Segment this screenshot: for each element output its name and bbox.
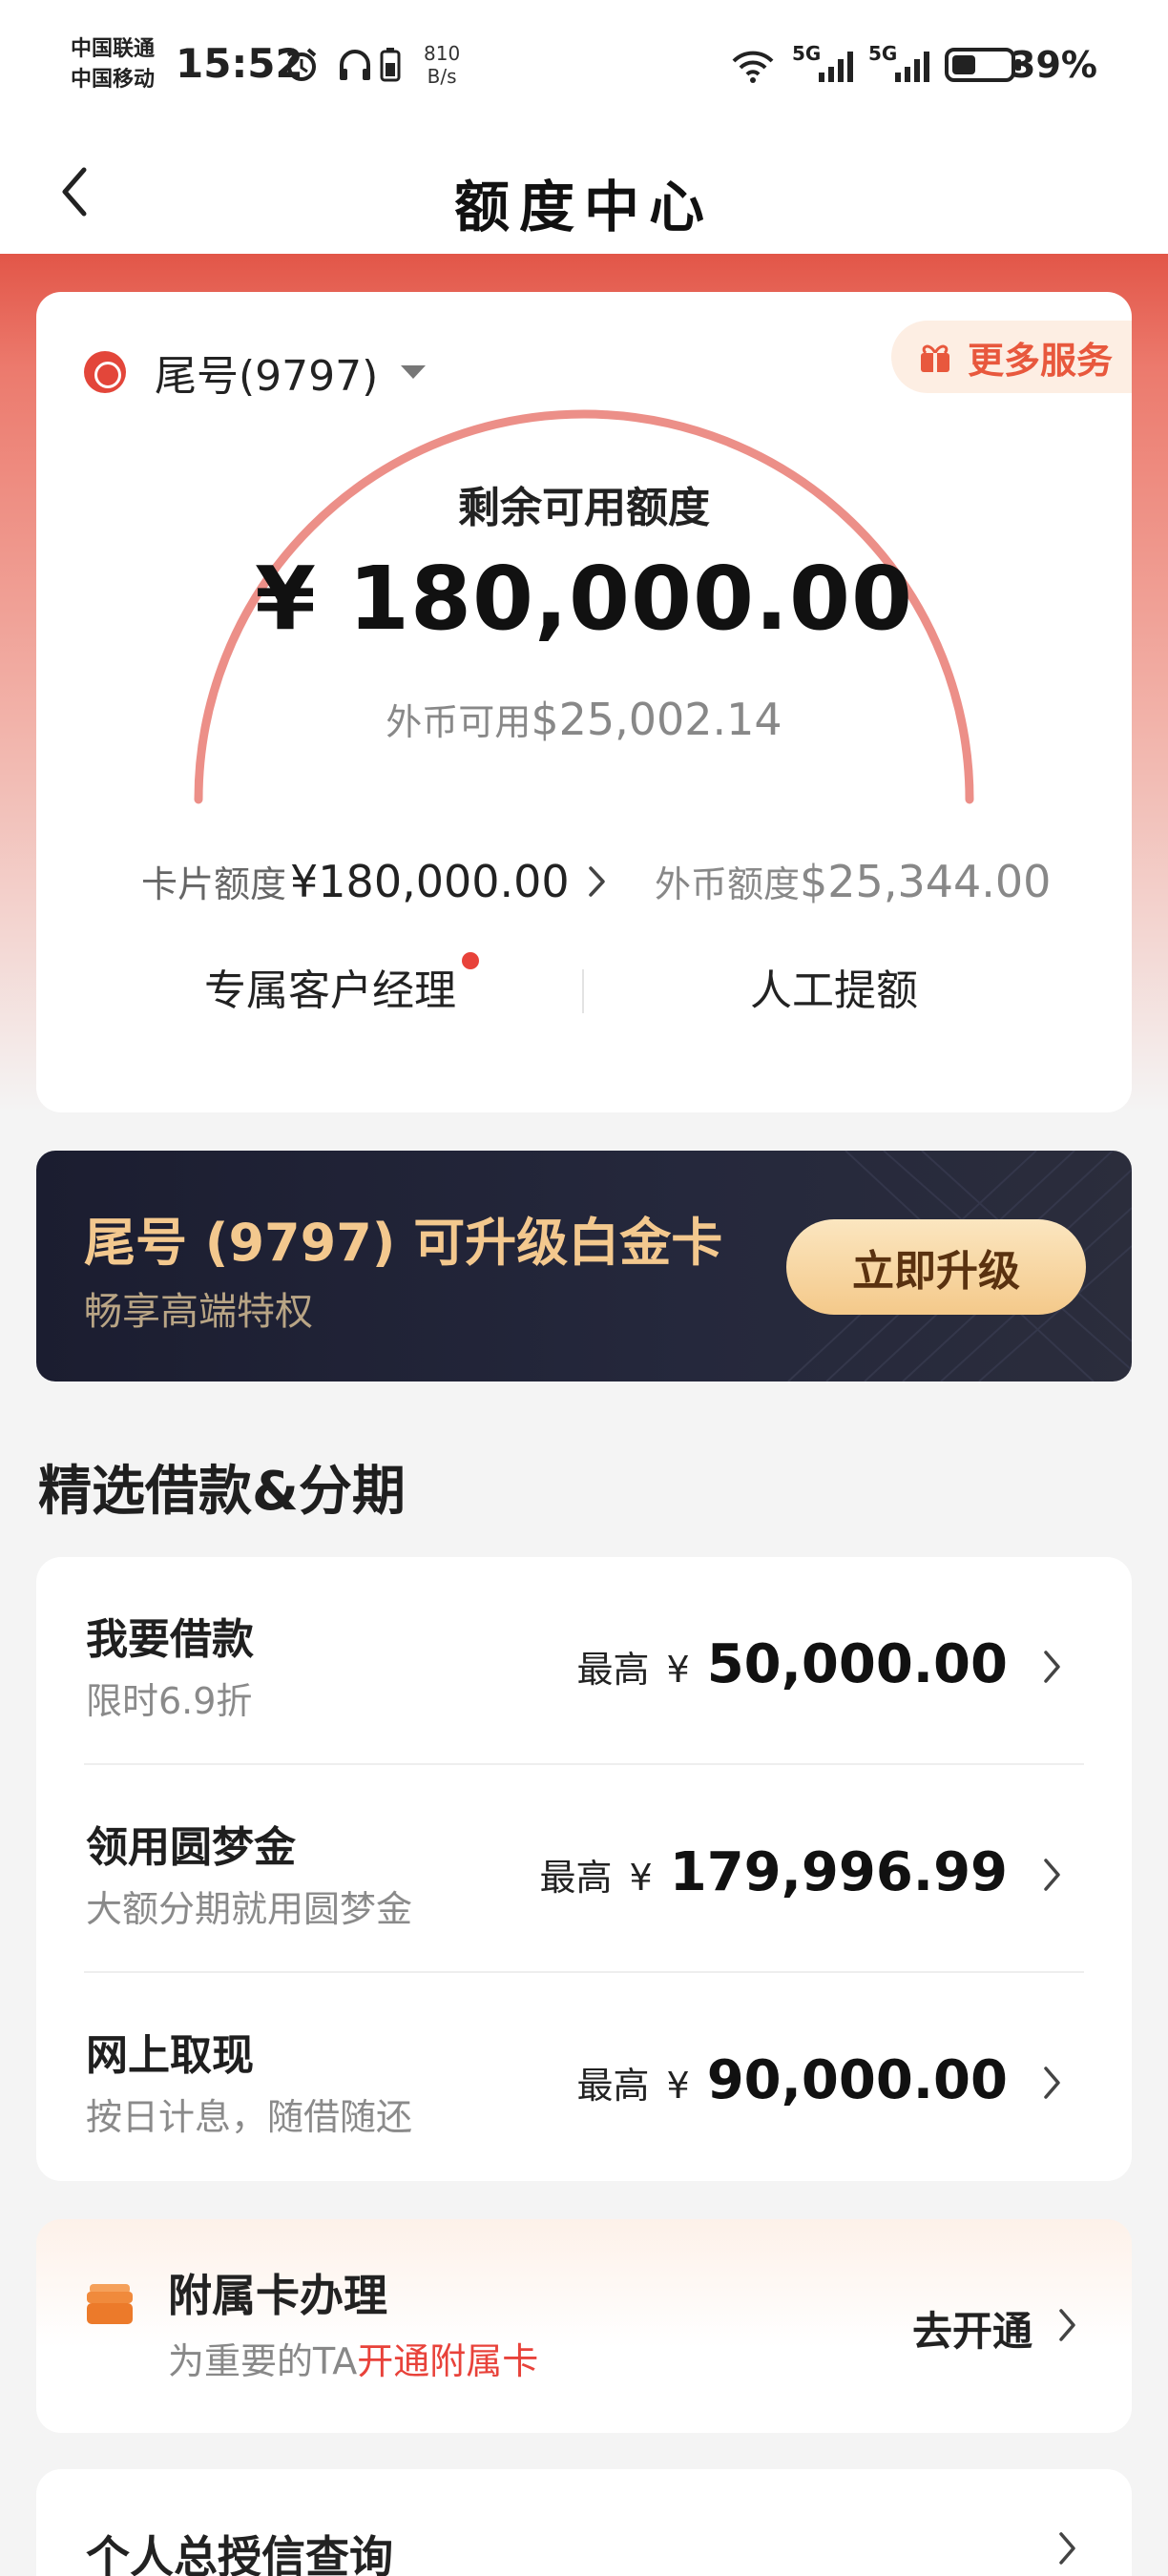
fx-limit-label: 外币额度	[655, 863, 801, 905]
loan-title: 网上取现	[86, 2031, 254, 2080]
chevron-right-icon	[1059, 2532, 1075, 2565]
page-title: 额度中心	[453, 175, 714, 239]
supplementary-desc-highlight: 开通附属卡	[357, 2340, 539, 2382]
chevron-right-icon	[1044, 1859, 1060, 1891]
limits-row: 卡片额度 ¥180,000.00 外币额度$25,344.00	[36, 855, 1132, 912]
chevron-right-icon	[1044, 2067, 1060, 2099]
card-tail-number: 尾号(9797)	[155, 352, 379, 401]
headset-battery-icon	[380, 48, 401, 82]
loan-desc: 大额分期就用圆梦金	[86, 1888, 413, 1930]
account-manager-label: 专属客户经理	[204, 966, 456, 1015]
loans-section-title: 精选借款&分期	[38, 1461, 406, 1523]
loan-amount: 50,000.00	[706, 1633, 1008, 1695]
fx-available-label: 外币可用	[386, 701, 532, 743]
loan-max-label: 最高	[576, 2065, 650, 2107]
remaining-limit-label: 剩余可用额度	[458, 484, 710, 532]
more-services-button[interactable]: 更多服务	[890, 321, 1132, 393]
loan-max: 最高 ¥ 50,000.00	[576, 1633, 1008, 1695]
fx-available: 外币可用$25,002.14	[36, 693, 1132, 745]
loan-max-label: 最高	[576, 1649, 650, 1691]
fx-limit-value: $25,344.00	[800, 856, 1052, 907]
status-bar: 中国联通 中国移动 15:52 810 B/s 5G 5G 39%	[0, 0, 1168, 134]
loan-title: 我要借款	[86, 1615, 254, 1664]
bank-logo-icon	[84, 351, 126, 393]
carrier-2: 中国移动	[71, 68, 156, 92]
loan-amount: 179,996.99	[669, 1841, 1008, 1903]
card-limit-value: ¥180,000.00	[290, 855, 570, 907]
loan-amount: 90,000.00	[706, 2049, 1008, 2111]
net-speed-unit: B/s	[427, 65, 457, 88]
loan-item-cash-withdrawal[interactable]: 网上取现 按日计息，随借随还 最高 ¥ 90,000.00	[36, 1973, 1132, 2181]
service-gift-icon	[920, 344, 949, 372]
more-services-label: 更多服务	[967, 339, 1113, 382]
loan-item-dream-fund[interactable]: 领用圆梦金 大额分期就用圆梦金 最高 ¥ 179,996.99	[36, 1765, 1132, 1973]
supplementary-card-desc: 为重要的TA开通附属卡	[168, 2332, 538, 2384]
manual-limit-increase-button[interactable]: 人工提额	[750, 956, 918, 1017]
card-stack-icon	[87, 2284, 133, 2324]
loan-max-label: 最高	[539, 1857, 613, 1899]
loan-max: 最高 ¥ 179,996.99	[540, 1841, 1008, 1903]
quota-card: 尾号(9797) 更多服务 剩余可用额度 ¥ 180,000.00 外币可用$2…	[36, 292, 1132, 1112]
chevron-right-icon	[1044, 1651, 1060, 1683]
upgrade-title: 尾号 (9797) 可升级白金卡	[84, 1213, 723, 1273]
loan-currency: ¥	[629, 1857, 653, 1899]
upgrade-subtitle: 畅享高端特权	[84, 1290, 313, 1334]
carrier-labels: 中国联通 中国移动	[71, 34, 155, 95]
loans-card: 我要借款 限时6.9折 最高 ¥ 50,000.00 领用圆梦金 大额分期就用圆…	[36, 1557, 1132, 2181]
credit-query-row[interactable]: 个人总授信查询	[36, 2469, 1132, 2576]
carrier-1: 中国联通	[71, 37, 156, 61]
chevron-right-icon	[1059, 2309, 1075, 2341]
card-selector[interactable]: 尾号(9797)	[84, 340, 427, 405]
signal-strength-icon	[819, 52, 853, 82]
wifi-icon	[732, 51, 774, 83]
loan-desc: 按日计息，随借随还	[86, 2096, 413, 2138]
supplementary-desc-prefix: 为重要的TA	[168, 2340, 358, 2382]
notification-dot	[462, 952, 479, 969]
loan-title: 领用圆梦金	[86, 1823, 296, 1872]
card-limit-link[interactable]: 卡片额度 ¥180,000.00	[141, 855, 608, 907]
upgrade-now-button[interactable]: 立即升级	[786, 1219, 1086, 1315]
net-speed-value: 810	[424, 42, 461, 65]
loan-desc: 限时6.9折	[86, 1680, 253, 1722]
dropdown-caret-icon	[401, 365, 427, 379]
loan-max: 最高 ¥ 90,000.00	[576, 2049, 1008, 2111]
alarm-icon	[286, 48, 317, 81]
supplementary-card-row[interactable]: 附属卡办理 为重要的TA开通附属卡 去开通	[36, 2219, 1132, 2433]
remaining-limit-amount: ¥ 180,000.00	[254, 548, 914, 650]
signal-strength-2-icon	[895, 52, 929, 82]
battery-percent: 39%	[1011, 44, 1097, 86]
account-manager-button[interactable]: 专属客户经理	[204, 952, 479, 1017]
credit-query-title: 个人总授信查询	[86, 2531, 393, 2576]
divider	[582, 969, 584, 1013]
headphones-icon	[340, 50, 370, 80]
chevron-right-icon	[588, 865, 605, 897]
activate-supplementary-button[interactable]: 去开通	[912, 2299, 1032, 2358]
loan-currency: ¥	[666, 1649, 690, 1691]
credit-limit-center-page: 中国联通 中国移动 15:52 810 B/s 5G 5G 39% 额度中心 尾…	[0, 0, 1168, 2576]
loan-item-borrow[interactable]: 我要借款 限时6.9折 最高 ¥ 50,000.00	[36, 1557, 1132, 1765]
loan-currency: ¥	[666, 2065, 690, 2107]
fx-limit: 外币额度$25,344.00	[655, 855, 1051, 907]
card-limit-label: 卡片额度	[141, 863, 287, 905]
supplementary-card-title: 附属卡办理	[168, 2270, 387, 2321]
net-speed: 810 B/s	[424, 42, 460, 88]
upgrade-banner[interactable]: 尾号 (9797) 可升级白金卡 畅享高端特权 立即升级	[36, 1151, 1132, 1381]
nav-bar: 额度中心	[0, 134, 1168, 254]
fx-available-value: $25,002.14	[531, 694, 782, 745]
